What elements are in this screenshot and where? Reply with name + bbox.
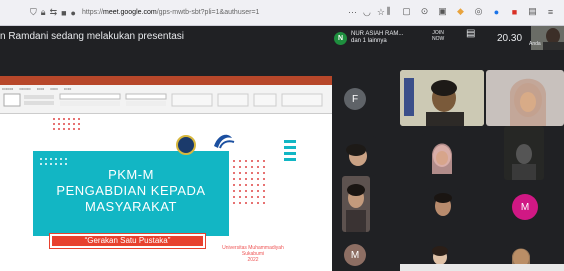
- slide-quote: “Gerakan Satu Pustaka”: [49, 233, 206, 249]
- participant-tile[interactable]: M: [344, 244, 366, 266]
- participant-tile[interactable]: [422, 134, 462, 178]
- sidebar-icon[interactable]: ▢: [401, 6, 412, 17]
- pocket-icon[interactable]: ◡: [363, 7, 371, 18]
- participant-chip[interactable]: N NUR ASIAH RAM... dan 1 lainnya: [334, 28, 420, 48]
- slide-accent-stripe: [284, 146, 296, 149]
- chip-subtitle: dan 1 lainnya: [351, 38, 387, 44]
- slide-dots-white: [53, 118, 80, 130]
- mic-icon[interactable]: ●: [71, 8, 76, 18]
- participant-video: [400, 70, 484, 126]
- slide-title: PKM-M PENGABDIAN KEPADA MASYARAKAT: [56, 167, 206, 214]
- address-bar-icons: ⛉ 🔒︎ ⇆ ■ ●: [30, 7, 76, 18]
- participant-tile[interactable]: F: [334, 74, 378, 124]
- participant-grid: F M M: [332, 70, 564, 271]
- ribbon-tabs: ▭▭▭ ▭▭▭ ▭▭ ▭▭ ▭▭: [2, 86, 71, 91]
- extension-b-icon[interactable]: ▣: [437, 6, 448, 17]
- powerpoint-ribbon: ▭▭▭ ▭▭▭ ▭▭ ▭▭ ▭▭: [0, 76, 332, 114]
- participant-video: [422, 134, 462, 178]
- avatar: N: [334, 31, 347, 45]
- slide-accent-stripe: [284, 140, 296, 143]
- powerpoint-titlebar: [0, 76, 332, 85]
- menu-icon[interactable]: ≡: [545, 6, 556, 17]
- extension-o-icon[interactable]: ⊙: [419, 6, 430, 17]
- ribbon-tab[interactable]: ▭▭: [64, 86, 72, 91]
- participant-avatar: M: [344, 244, 366, 266]
- lock-icon[interactable]: 🔒︎: [41, 7, 46, 18]
- presenting-banner: n Ramdani sedang melakukan presentasi: [0, 31, 184, 42]
- participant-video: [336, 136, 376, 176]
- meeting-clock: 20.30: [497, 33, 523, 44]
- participant-tile[interactable]: [504, 126, 544, 180]
- participant-tile[interactable]: M: [512, 194, 538, 220]
- participant-avatar: F: [344, 88, 366, 110]
- permissions-icon[interactable]: ⇆: [50, 7, 58, 18]
- participant-video: [342, 176, 370, 232]
- chip-name: NUR ASIAH RAM...: [351, 31, 404, 37]
- camera-icon[interactable]: ■: [61, 8, 66, 18]
- extension-icons: ⫼ ▢ ⊙ ▣ ◆ ◎ ● ■ ▤ ≡: [383, 6, 556, 17]
- participant-tile[interactable]: [486, 70, 564, 126]
- url-bar[interactable]: https://meet.google.com/gps-mwtb-sbt?pli…: [82, 5, 322, 21]
- chat-icon[interactable]: ▤: [466, 29, 475, 39]
- participant-tile[interactable]: [336, 136, 376, 176]
- participant-tile[interactable]: [426, 188, 460, 222]
- participant-video: [504, 126, 544, 180]
- extension-blue-icon[interactable]: ●: [491, 6, 502, 17]
- meet-header: n Ramdani sedang melakukan presentasi N …: [0, 26, 564, 50]
- shield-icon[interactable]: ⛉: [30, 7, 37, 18]
- more-icon[interactable]: ···: [348, 7, 357, 18]
- join-now-button[interactable]: JOIN NOW: [432, 30, 444, 42]
- self-view-label: Anda: [529, 41, 541, 47]
- ribbon-tab[interactable]: ▭▭: [37, 86, 45, 91]
- bottom-bar: [400, 264, 564, 271]
- program-logo: [214, 134, 235, 149]
- library-icon[interactable]: ⫼: [383, 6, 394, 17]
- participant-tile[interactable]: [342, 176, 370, 232]
- participant-avatar: M: [512, 194, 538, 220]
- slide-dots-red: [233, 160, 265, 204]
- extension-circle-icon[interactable]: ◎: [473, 6, 484, 17]
- extension-color-icon[interactable]: ◆: [455, 6, 466, 17]
- ribbon-tab[interactable]: ▭▭: [50, 86, 58, 91]
- slide-dots-banner: [40, 158, 67, 165]
- participant-video: [486, 70, 564, 126]
- university-name: Universitas Muhammadiyah Sukabumi 2022: [222, 245, 284, 263]
- participant-video: [426, 188, 460, 222]
- participant-tile[interactable]: [400, 70, 484, 126]
- browser-toolbar: ⛉ 🔒︎ ⇆ ■ ● https://meet.google.com/gps-m…: [0, 0, 564, 26]
- ribbon-tab[interactable]: ▭▭▭: [2, 86, 13, 91]
- slide-accent-stripe: [284, 152, 296, 155]
- extension-gray-icon[interactable]: ▤: [527, 6, 538, 17]
- ribbon-controls: [3, 93, 323, 107]
- slide-accent-stripe: [284, 158, 296, 161]
- extension-red-icon[interactable]: ■: [509, 6, 520, 17]
- university-seal-logo: [176, 135, 196, 155]
- ribbon-tab[interactable]: ▭▭▭: [19, 86, 30, 91]
